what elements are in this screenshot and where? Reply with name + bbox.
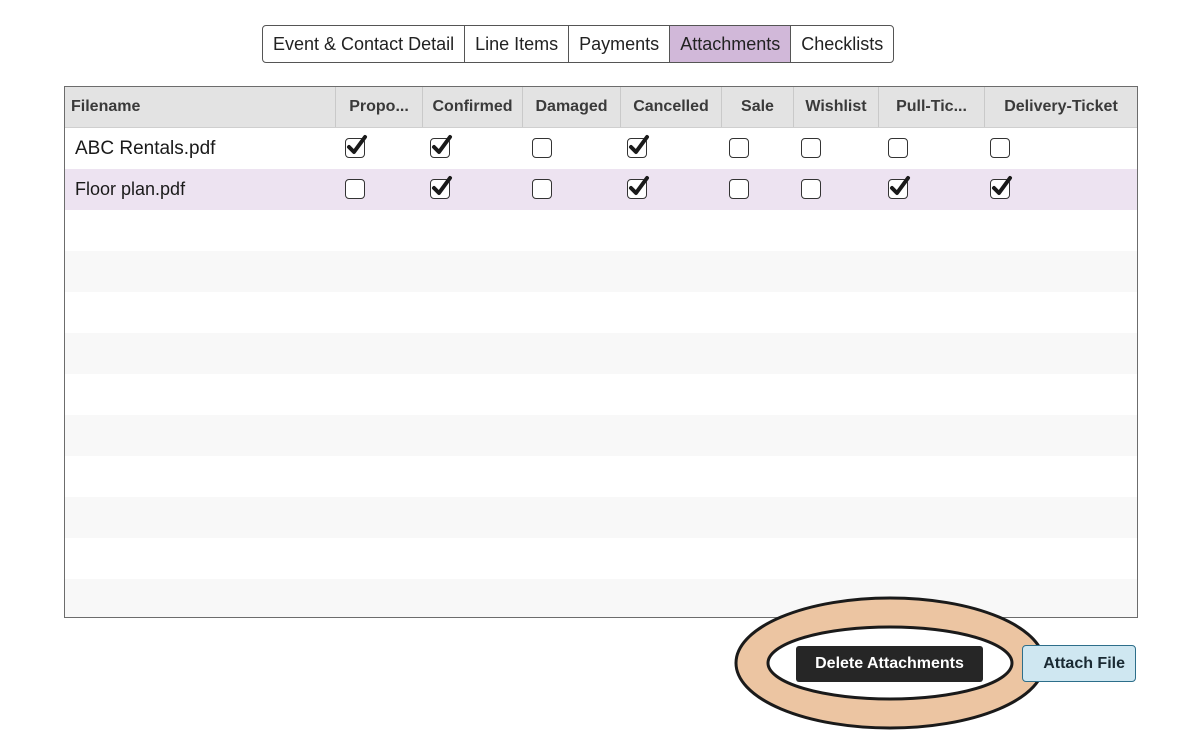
delete-attachments-button[interactable]: Delete Attachments bbox=[796, 646, 983, 682]
table-row[interactable]: Floor plan.pdf bbox=[65, 169, 1137, 210]
damaged-checkbox[interactable] bbox=[532, 179, 552, 199]
cancelled-checkbox[interactable] bbox=[627, 176, 649, 199]
column-header-sale[interactable]: Sale bbox=[721, 87, 793, 127]
tab-bar: Event & Contact Detail Line Items Paymen… bbox=[262, 25, 895, 63]
pull-ticket-checkbox[interactable] bbox=[888, 176, 910, 199]
proposal-checkbox[interactable] bbox=[345, 135, 367, 158]
confirmed-checkbox[interactable] bbox=[430, 135, 452, 158]
column-header-filename[interactable]: Filename bbox=[65, 87, 335, 127]
column-header-delivery-ticket[interactable]: Delivery-Ticket bbox=[984, 87, 1137, 127]
checkmark-icon bbox=[890, 176, 910, 195]
checkmark-icon bbox=[992, 176, 1012, 195]
grid-header: Filename Propo... Confirmed Damaged Canc… bbox=[65, 87, 1137, 128]
tab-attachments[interactable]: Attachments bbox=[670, 26, 792, 62]
wishlist-checkbox[interactable] bbox=[801, 179, 821, 199]
column-header-proposal[interactable]: Propo... bbox=[335, 87, 422, 127]
column-header-confirmed[interactable]: Confirmed bbox=[422, 87, 522, 127]
empty-row bbox=[65, 497, 1137, 538]
checkmark-icon bbox=[347, 135, 367, 154]
tab-checklists[interactable]: Checklists bbox=[791, 26, 893, 62]
attach-file-button[interactable]: Attach File bbox=[1022, 645, 1136, 682]
empty-row bbox=[65, 333, 1137, 374]
pull-ticket-checkbox[interactable] bbox=[888, 138, 908, 158]
empty-row bbox=[65, 415, 1137, 456]
tab-line-items[interactable]: Line Items bbox=[465, 26, 570, 62]
empty-row bbox=[65, 538, 1137, 579]
empty-row bbox=[65, 251, 1137, 292]
checkmark-icon bbox=[432, 176, 452, 195]
filename-cell: ABC Rentals.pdf bbox=[75, 138, 216, 159]
column-header-pull-ticket[interactable]: Pull-Tic... bbox=[878, 87, 984, 127]
proposal-checkbox[interactable] bbox=[345, 179, 365, 199]
empty-row bbox=[65, 374, 1137, 415]
empty-row bbox=[65, 210, 1137, 251]
checkmark-icon bbox=[432, 135, 452, 154]
checkmark-icon bbox=[629, 176, 649, 195]
wishlist-checkbox[interactable] bbox=[801, 138, 821, 158]
tab-payments[interactable]: Payments bbox=[569, 26, 671, 62]
filename-cell: Floor plan.pdf bbox=[75, 179, 186, 199]
cancelled-checkbox[interactable] bbox=[627, 135, 649, 158]
sale-checkbox[interactable] bbox=[729, 138, 749, 158]
empty-row bbox=[65, 579, 1137, 617]
damaged-checkbox[interactable] bbox=[532, 138, 552, 158]
confirmed-checkbox[interactable] bbox=[430, 176, 452, 199]
delivery-ticket-checkbox[interactable] bbox=[990, 176, 1012, 199]
empty-row bbox=[65, 456, 1137, 497]
table-row[interactable]: ABC Rentals.pdf bbox=[65, 128, 1137, 169]
attachments-grid: Filename Propo... Confirmed Damaged Canc… bbox=[64, 86, 1138, 618]
delivery-ticket-checkbox[interactable] bbox=[990, 138, 1010, 158]
checkmark-icon bbox=[629, 135, 649, 154]
sale-checkbox[interactable] bbox=[729, 179, 749, 199]
tab-event-contact-detail[interactable]: Event & Contact Detail bbox=[263, 26, 466, 62]
column-header-wishlist[interactable]: Wishlist bbox=[793, 87, 878, 127]
column-header-damaged[interactable]: Damaged bbox=[522, 87, 620, 127]
empty-row bbox=[65, 292, 1137, 333]
column-header-cancelled[interactable]: Cancelled bbox=[620, 87, 721, 127]
